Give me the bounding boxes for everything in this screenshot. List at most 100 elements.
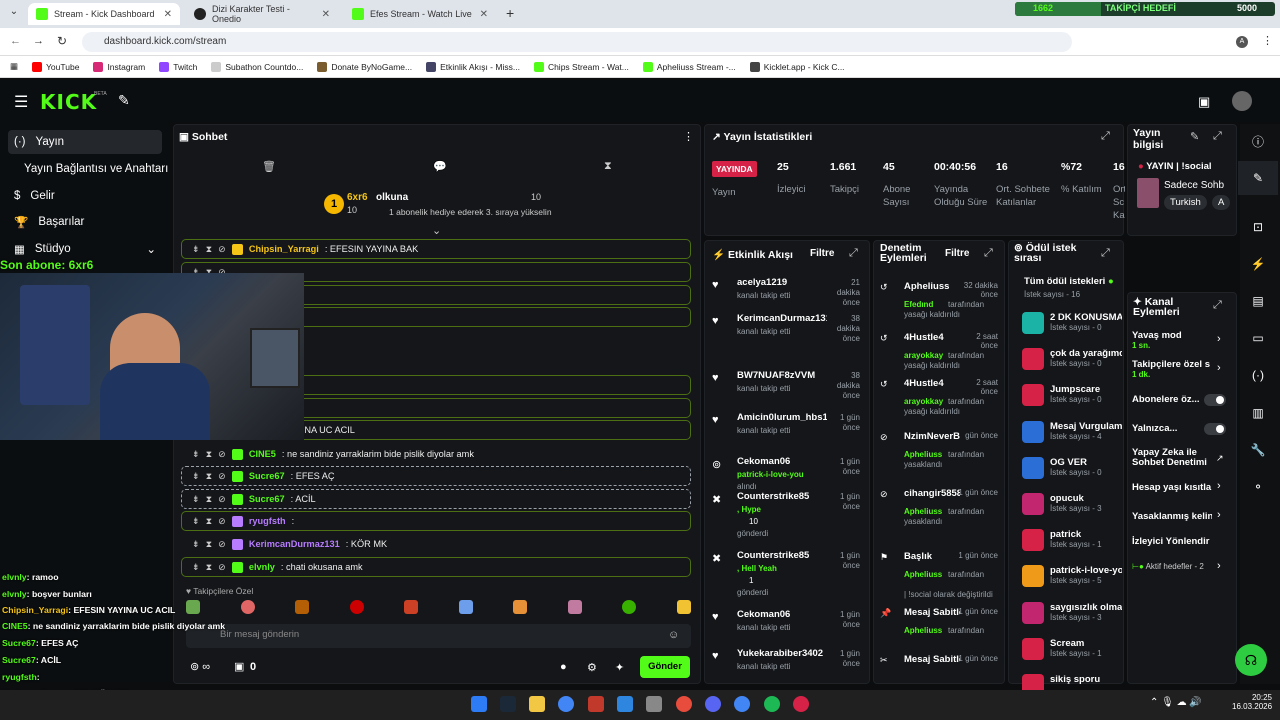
broadcast-icon[interactable]: (·) — [1238, 358, 1278, 392]
bookmark-donate[interactable]: Donate ByNoGame... — [317, 61, 412, 72]
pin-icon[interactable]: ⇟ — [192, 539, 200, 550]
reward-item[interactable]: 2 DK KONUSMA İstek sayısı - 0 — [1022, 312, 1122, 334]
wallet-icon[interactable]: ▣ — [1198, 94, 1210, 110]
pin-icon[interactable]: ⇟ — [192, 494, 200, 505]
ban-icon[interactable]: ⊘ — [218, 494, 226, 505]
close-icon[interactable]: ✕ — [480, 9, 488, 20]
chevron-right-icon[interactable]: › — [1217, 480, 1221, 492]
tab-search-icon[interactable]: ⌄ — [6, 6, 22, 22]
app-icon[interactable] — [676, 696, 692, 712]
account-age-item[interactable]: Hesap yaşı kısıtla — [1132, 482, 1212, 493]
top-gifter-1[interactable]: 6xr6 — [347, 192, 368, 203]
nodes-icon[interactable]: ⚬ — [1238, 470, 1278, 504]
sidebar-item-gelir[interactable]: $ Gelir — [8, 184, 162, 208]
events-filter-button[interactable]: Filtre — [810, 248, 834, 259]
app-icon[interactable] — [588, 696, 604, 712]
app-icon[interactable] — [793, 696, 809, 712]
hourglass-icon[interactable]: ⧗ — [604, 160, 612, 173]
pin-icon[interactable]: ⇟ — [192, 562, 200, 573]
browser-tab-onedio[interactable]: Dizi Karakter Testi - Onedio ✕ — [186, 3, 338, 25]
send-button[interactable]: Gönder — [640, 656, 690, 678]
bookmark-youtube[interactable]: YouTube — [32, 61, 79, 72]
sidebar-item-yayin[interactable]: (·) Yayın — [8, 130, 162, 154]
timeout-icon[interactable]: ⧗ — [206, 244, 212, 255]
timeout-icon[interactable]: ⧗ — [206, 494, 212, 505]
bookmark-chips[interactable]: Chips Stream - Wat... — [533, 61, 629, 72]
alone-toggle[interactable] — [1204, 423, 1226, 435]
expand-icon[interactable]: ⤢ — [1213, 299, 1222, 312]
chevron-right-icon[interactable]: › — [1217, 560, 1221, 572]
chat-username[interactable]: CINE5 — [249, 449, 276, 459]
chat-username[interactable]: Chipsin_Yarragi — [249, 244, 319, 254]
apps-grid-icon[interactable]: ▦ — [10, 61, 18, 72]
close-icon[interactable]: ✕ — [322, 9, 330, 20]
chat-username[interactable]: Sucre67 — [249, 471, 285, 481]
chrome-icon[interactable] — [734, 696, 750, 712]
wrench-icon[interactable]: 🔧 — [1238, 433, 1278, 467]
bookmark-subathon[interactable]: Subathon Countdo... — [211, 61, 303, 72]
kick-logo[interactable]: KICK — [40, 90, 97, 114]
emote-icon[interactable] — [186, 600, 200, 614]
start-icon[interactable] — [471, 696, 487, 712]
active-goals-item[interactable]: ⊢● Aktif hedefler - 2 — [1132, 562, 1204, 571]
expand-icon[interactable]: ⤢ — [1101, 247, 1110, 260]
top-gifter-2[interactable]: olkuna — [376, 192, 408, 203]
clipboard-icon[interactable]: ▤ — [1238, 284, 1278, 318]
chat-username[interactable]: KerimcanDurmaz131 — [249, 539, 340, 549]
timeout-icon[interactable]: ⧗ — [206, 516, 212, 527]
browser-tab-kick-dashboard[interactable]: Stream - Kick Dashboard ✕ — [28, 3, 180, 25]
reward-item[interactable]: Mesaj Vurgulam İstek sayısı - 4 — [1022, 420, 1122, 443]
viewer-redirect-item[interactable]: İzleyici Yönlendir — [1132, 536, 1232, 547]
reload-icon[interactable]: ↻ — [57, 34, 67, 48]
emote-icon[interactable] — [295, 600, 310, 614]
chat-bubble-icon[interactable]: ● — [560, 661, 567, 673]
reward-item[interactable]: Jumpscare İstek sayısı - 0 — [1022, 384, 1122, 407]
chat-username[interactable]: ryugfsth — [249, 516, 286, 526]
ban-icon[interactable]: ⊘ — [218, 539, 226, 550]
bookmark-twitch[interactable]: Twitch — [159, 61, 197, 72]
support-headset-icon[interactable]: ☊ — [1235, 644, 1267, 676]
browser-tab-efes[interactable]: Efes Stream - Watch Live on Kick ✕ — [344, 3, 496, 25]
followers-only-item[interactable]: Takipçilere özel s1 dk. — [1132, 359, 1212, 379]
timeout-icon[interactable]: ⧗ — [206, 539, 212, 550]
chat-icon[interactable]: ▭ — [1238, 321, 1278, 355]
settings-gear-icon[interactable]: ⚙ — [587, 661, 597, 674]
ban-icon[interactable]: ⊘ — [218, 449, 226, 460]
emote-icon[interactable] — [513, 600, 528, 614]
discord-icon[interactable] — [705, 696, 721, 712]
reward-item[interactable]: Scream İstek sayısı - 1 — [1022, 637, 1122, 660]
chrome-icon[interactable] — [558, 696, 574, 712]
bookmark-apheliuss[interactable]: Apheliuss Stream -... — [642, 61, 736, 72]
bookmark-instagram[interactable]: Instagram — [93, 61, 145, 72]
sidebar-item-stream-key[interactable]: Yayın Bağlantısı ve Anahtarı — [18, 157, 172, 181]
reward-item[interactable]: çok da yarağımc İstek sayısı - 0 — [1022, 348, 1122, 371]
profile-avatar[interactable]: A — [1236, 36, 1248, 48]
collapse-icon[interactable]: ⌄ — [432, 224, 441, 237]
url-input[interactable]: dashboard.kick.com/stream — [82, 32, 1072, 52]
screen-capture-icon[interactable]: ⊡ — [1238, 210, 1278, 244]
edit-icon[interactable]: ✎ — [1190, 130, 1199, 143]
trash-icon[interactable]: 🗑 — [262, 160, 276, 173]
ban-icon[interactable]: ⊘ — [218, 244, 226, 255]
chevron-right-icon[interactable]: › — [1217, 333, 1221, 345]
app-icon[interactable] — [646, 696, 662, 712]
expand-icon[interactable]: ⤢ — [984, 247, 993, 260]
sidebar-item-basarilar[interactable]: 🏆 Başarılar — [8, 210, 162, 234]
ban-icon[interactable]: ⊘ — [218, 516, 226, 527]
rewards-all[interactable]: Tüm ödül istekleri ● — [1024, 276, 1114, 287]
category-name[interactable]: Sadece Sohb — [1164, 180, 1224, 191]
ai-moderation-item[interactable]: Yapay Zeka ile Sohbet Denetimi — [1132, 448, 1212, 468]
subs-only-toggle[interactable] — [1204, 394, 1226, 406]
chat-username[interactable]: elvnly — [249, 562, 275, 572]
chevron-right-icon[interactable]: › — [1217, 362, 1221, 374]
bookmark-kicklet[interactable]: Kicklet.app - Kick C... — [749, 61, 845, 72]
reward-item[interactable]: patrick İstek sayısı - 1 — [1022, 529, 1122, 552]
bookmark-etkinlik[interactable]: Etkinlik Akışı - Miss... — [426, 61, 520, 72]
emote-icon[interactable] — [404, 600, 419, 614]
external-link-icon[interactable]: ↗ — [1216, 453, 1224, 464]
pin-icon[interactable]: ⇟ — [192, 516, 200, 527]
user-avatar[interactable] — [1232, 91, 1252, 111]
mod-filter-button[interactable]: Filtre — [945, 248, 969, 259]
reward-item[interactable]: saygısızlık olma İstek sayısı - 3 — [1022, 601, 1122, 624]
hamburger-menu-icon[interactable]: ☰ — [14, 92, 28, 112]
